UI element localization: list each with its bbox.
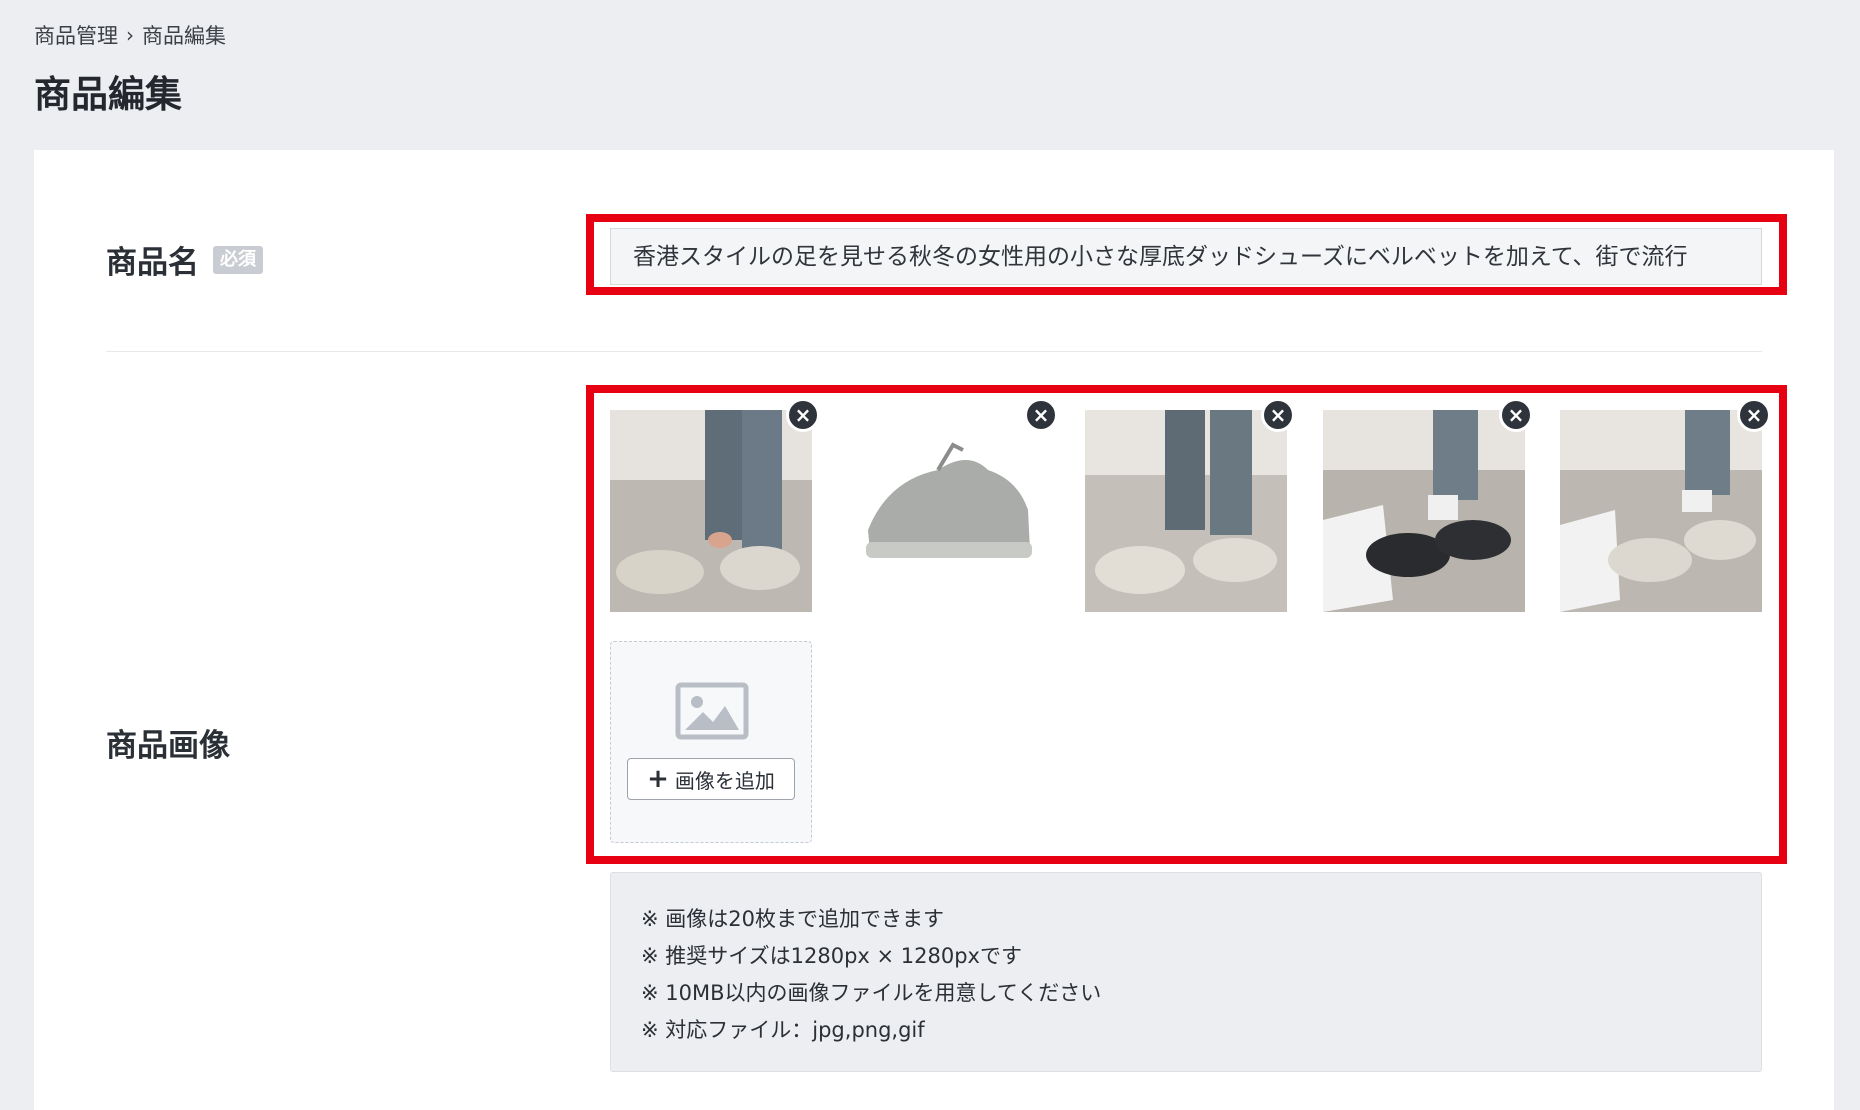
image-placeholder-icon: [675, 682, 749, 740]
remove-image-button[interactable]: ×: [1737, 398, 1771, 432]
remove-image-button[interactable]: ×: [1261, 398, 1295, 432]
product-image-thumbnail[interactable]: [848, 410, 1050, 612]
product-image-label: 商品画像: [106, 720, 230, 765]
product-image-thumbnail[interactable]: [1560, 410, 1762, 612]
product-image-thumbnail[interactable]: [1323, 410, 1525, 612]
breadcrumb: 商品管理 › 商品編集: [34, 20, 226, 50]
breadcrumb-current: 商品編集: [142, 24, 226, 48]
product-image-label-text: 商品画像: [106, 728, 230, 764]
remove-image-button[interactable]: ×: [1499, 398, 1533, 432]
note-item: ※ 推奨サイズは1280px × 1280pxです: [641, 944, 1022, 968]
add-image-tile[interactable]: + 画像を追加: [610, 641, 812, 843]
add-image-button[interactable]: + 画像を追加: [627, 758, 795, 800]
plus-icon: +: [647, 764, 669, 794]
product-image-thumbnail[interactable]: [610, 410, 812, 612]
required-badge: 必須: [213, 245, 263, 274]
remove-image-button[interactable]: ×: [786, 398, 820, 432]
product-name-input[interactable]: 香港スタイルの足を見せる秋冬の女性用の小さな厚底ダッドシューズにベルベットを加え…: [610, 228, 1762, 285]
page-title: 商品編集: [34, 73, 182, 116]
note-item: ※ 対応ファイル：jpg,png,gif: [641, 1018, 925, 1042]
product-image-thumbnail[interactable]: [1085, 410, 1287, 612]
chevron-right-icon: ›: [126, 23, 134, 47]
breadcrumb-parent-link[interactable]: 商品管理: [34, 20, 118, 50]
product-name-label: 商品名 必須: [106, 237, 263, 282]
divider: [106, 351, 1762, 352]
add-image-label: 画像を追加: [674, 768, 775, 793]
note-item: ※ 画像は20枚まで追加できます: [641, 907, 944, 931]
note-item: ※ 10MB以内の画像ファイルを用意してください: [641, 981, 1102, 1005]
remove-image-button[interactable]: ×: [1024, 398, 1058, 432]
image-notes: ※ 画像は20枚まで追加できます ※ 推奨サイズは1280px × 1280px…: [610, 872, 1762, 1072]
product-name-label-text: 商品名: [106, 245, 199, 281]
